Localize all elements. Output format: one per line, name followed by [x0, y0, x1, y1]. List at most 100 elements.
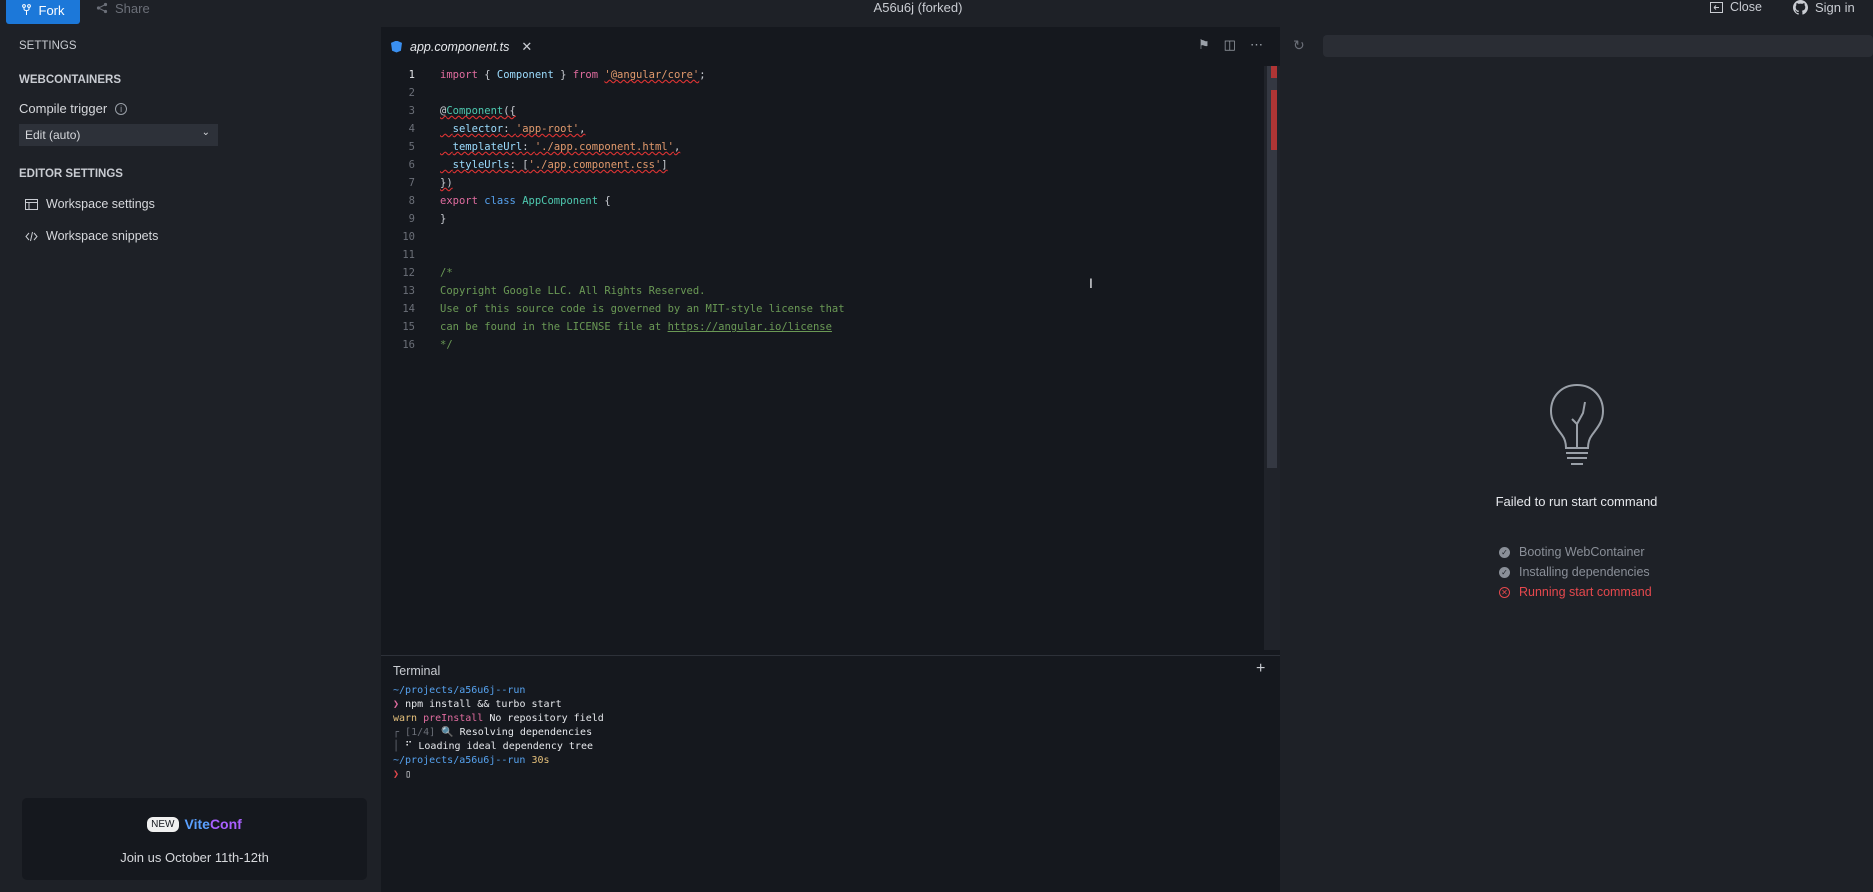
preview-panel: ↻ Failed to run start command ✓ Booting W…	[1280, 27, 1873, 892]
code-line: 12 /*	[381, 264, 1265, 282]
code-line: 6 styleUrls: ['./app.component.css']	[381, 156, 1265, 174]
prompt-icon: ❯	[393, 699, 400, 710]
promo-header: NEW ViteConf	[22, 816, 367, 832]
compile-trigger-text: Compile trigger	[19, 101, 108, 116]
loading-message: ⠋ Loading ideal dependency tree	[405, 741, 593, 752]
url-bar[interactable]	[1323, 35, 1873, 57]
error-circle-icon: ✕	[1499, 586, 1510, 598]
code-text: export class AppComponent {	[440, 195, 611, 207]
sign-in-button[interactable]: Sign in	[1793, 0, 1855, 15]
line-number: 14	[402, 303, 415, 315]
prompt-icon: ❯	[393, 769, 400, 780]
workspace-snippets-link[interactable]: Workspace snippets	[25, 229, 158, 243]
more-icon[interactable]: ⋯	[1250, 37, 1263, 53]
editor-actions: ⚑ ◫ ⋯	[1198, 37, 1263, 53]
terminal-path: ~/projects/a56u6j--run	[393, 755, 526, 766]
code-text: Copyright Google LLC. All Rights Reserve…	[440, 285, 706, 297]
code-line: 8 export class AppComponent {	[381, 192, 1265, 210]
code-line: 11	[381, 246, 1265, 264]
terminal-command: npm install && turbo start	[405, 699, 562, 710]
code-area[interactable]: 1 import { Component } from '@angular/cor…	[381, 66, 1265, 354]
line-number: 15	[402, 321, 415, 333]
conf-text: Conf	[209, 816, 242, 832]
line-number: 1	[408, 69, 415, 81]
settings-grid-icon	[25, 198, 38, 210]
code-text: }	[440, 213, 447, 225]
close-icon[interactable]: ✕	[521, 39, 532, 55]
compile-trigger-select[interactable]: Edit (auto) ⌄	[19, 124, 218, 146]
code-line: 14 Use of this source code is governed by…	[381, 300, 1265, 318]
code-text: */	[440, 339, 453, 351]
warn-tag: preInstall	[423, 713, 484, 724]
terminal-output[interactable]: ~/projects/a56u6j--run ❯ npm install && …	[393, 684, 604, 782]
step-running: ✕ Running start command	[1499, 582, 1652, 602]
line-number: 10	[402, 231, 415, 243]
split-editor-icon[interactable]: ◫	[1224, 37, 1236, 53]
line-number: 9	[408, 213, 415, 225]
code-editor[interactable]: app.component.ts ✕ ⚑ ◫ ⋯ 1 import { Compo…	[381, 27, 1280, 655]
top-bar: Fork Share A56u6j (forked) Close Sign in	[0, 0, 1873, 27]
close-label: Close	[1730, 0, 1762, 14]
close-button[interactable]: Close	[1710, 0, 1762, 14]
code-line: 3 @Component({	[381, 102, 1265, 120]
license-link[interactable]: https://angular.io/license	[668, 321, 832, 333]
angular-icon	[391, 40, 402, 53]
code-line: 7})	[381, 174, 1265, 192]
line-number: 11	[402, 249, 415, 261]
step-prefix: [1/4]	[405, 727, 436, 738]
step-message: 🔍 Resolving dependencies	[435, 727, 593, 738]
info-icon[interactable]: i	[115, 102, 128, 115]
close-panel-icon	[1710, 1, 1723, 13]
error-marker	[1271, 66, 1277, 78]
code-line: 1 import { Component } from '@angular/cor…	[381, 66, 1265, 84]
line-number: 6	[408, 159, 415, 171]
project-title: A56u6j (forked)	[873, 0, 963, 15]
viteconf-promo[interactable]: NEW ViteConf Join us October 11th-12th	[22, 798, 367, 880]
text-cursor-icon: I	[1089, 275, 1093, 291]
editor-settings-heading: EDITOR SETTINGS	[19, 168, 123, 180]
terminal-panel[interactable]: Terminal + ~/projects/a56u6j--run ❯ npm …	[381, 655, 1280, 892]
error-marker	[1271, 90, 1277, 150]
code-text: /*	[440, 267, 453, 279]
code-text: templateUrl: './app.component.html',	[452, 141, 681, 153]
line-number: 5	[408, 141, 415, 153]
line-number: 13	[402, 285, 415, 297]
code-line: 9}	[381, 210, 1265, 228]
boot-steps: ✓ Booting WebContainer ✓ Installing depend…	[1499, 542, 1652, 602]
code-text: can be found in the LICENSE file at http…	[440, 321, 832, 333]
terminal-path: ~/projects/a56u6j--run	[393, 685, 526, 696]
warn-message: No repository field	[483, 713, 604, 724]
workspace-settings-link[interactable]: Workspace settings	[25, 197, 155, 211]
code-line: 5 templateUrl: './app.component.html',	[381, 138, 1265, 156]
lightbulb-icon	[1549, 383, 1605, 465]
git-compare-icon[interactable]: ⚑	[1198, 37, 1210, 53]
sign-in-label: Sign in	[1815, 0, 1855, 15]
add-terminal-icon[interactable]: +	[1256, 660, 1265, 678]
elapsed-time: 30s	[531, 755, 550, 766]
code-text: Use of this source code is governed by a…	[440, 303, 845, 315]
code-line: 13 Copyright Google LLC. All Rights Reser…	[381, 282, 1265, 300]
step-label: Installing dependencies	[1519, 565, 1650, 579]
line-number: 2	[408, 87, 415, 99]
refresh-icon[interactable]: ↻	[1293, 37, 1305, 54]
line-number: 4	[408, 123, 415, 135]
code-text: styleUrls: ['./app.component.css']	[452, 159, 668, 171]
github-icon	[1793, 0, 1808, 15]
warn-label: warn	[393, 713, 418, 724]
check-circle-icon: ✓	[1499, 546, 1510, 558]
line-number: 16	[402, 339, 415, 351]
tab-app-component[interactable]: app.component.ts ✕	[381, 34, 532, 59]
check-circle-icon: ✓	[1499, 566, 1510, 578]
viteconf-logo: ViteConf	[185, 816, 242, 832]
terminal-cursor: ▯	[405, 769, 412, 780]
step-label: Booting WebContainer	[1519, 545, 1645, 559]
code-icon	[25, 231, 38, 241]
settings-sidebar: SETTINGS WEBCONTAINERS Compile trigger i…	[0, 27, 381, 892]
step-booting: ✓ Booting WebContainer	[1499, 542, 1652, 562]
code-text: })	[440, 177, 453, 189]
step-label: Running start command	[1519, 585, 1652, 599]
line-number: 3	[408, 105, 415, 117]
code-line: 16 */	[381, 336, 1265, 354]
webcontainers-heading: WEBCONTAINERS	[19, 74, 122, 86]
settings-heading: SETTINGS	[19, 40, 77, 52]
